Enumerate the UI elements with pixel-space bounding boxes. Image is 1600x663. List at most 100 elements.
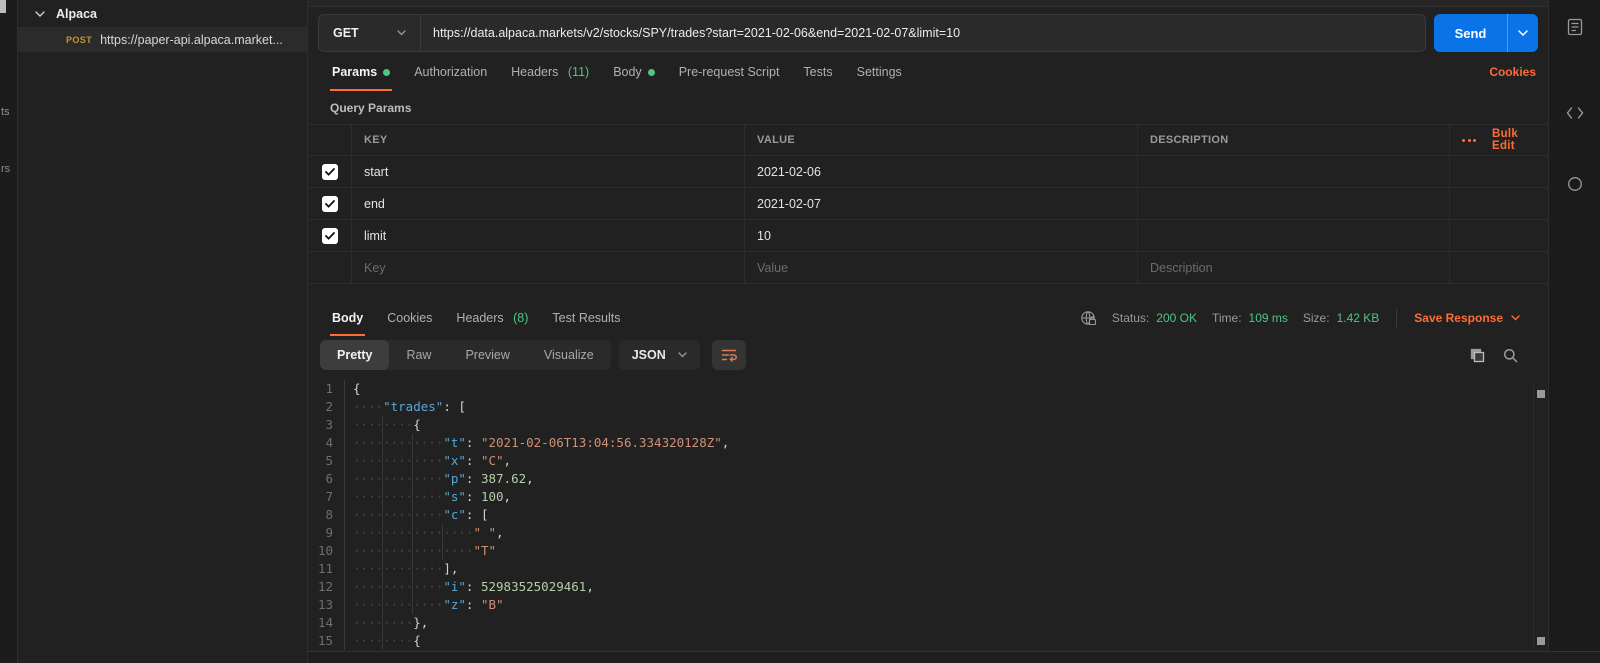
scrollbar-thumb[interactable]: [1537, 390, 1545, 398]
indent-guide: ····: [353, 471, 384, 486]
param-actions-cell: [1450, 220, 1548, 251]
code-token: : [: [443, 399, 466, 414]
param-value-cell[interactable]: 2021-02-06: [745, 156, 1138, 187]
param-description-cell[interactable]: [1138, 220, 1450, 251]
response-tabs-list: Body Cookies Headers (8) Test Results: [320, 300, 633, 336]
param-key-cell[interactable]: start: [352, 156, 745, 187]
param-description-cell[interactable]: [1138, 156, 1450, 187]
copy-icon[interactable]: [1470, 348, 1485, 363]
tab-pre-request-script[interactable]: Pre-request Script: [667, 53, 792, 91]
footer-edge: [308, 651, 1600, 663]
code-token: },: [413, 615, 429, 630]
line-number: 15: [317, 633, 333, 648]
network-lock-icon[interactable]: [1080, 310, 1097, 327]
resp-tab-body[interactable]: Body: [320, 300, 375, 336]
send-label[interactable]: Send: [1434, 14, 1508, 52]
param-checkbox[interactable]: [321, 195, 338, 212]
method-select[interactable]: GET: [319, 15, 421, 51]
comments-icon[interactable]: [1567, 176, 1583, 192]
response-body-viewer[interactable]: 1{2 ···· "trades": [3 ···· ····{4 ···· ···· ···…: [308, 374, 1548, 650]
resp-tab-headers[interactable]: Headers (8): [444, 300, 540, 336]
size-label: Size:: [1302, 311, 1330, 325]
resp-tab-test-results[interactable]: Test Results: [540, 300, 632, 336]
gutter: [344, 560, 353, 578]
code-line: 8 ···· ···· ···· "c": [: [308, 506, 1548, 524]
tab-label: Test Results: [552, 311, 621, 325]
header-actions-cell: Bulk Edit: [1450, 125, 1548, 155]
param-check-cell: [308, 252, 352, 283]
resp-tab-cookies[interactable]: Cookies: [375, 300, 444, 336]
param-description-placeholder[interactable]: Description: [1138, 252, 1450, 283]
param-key-placeholder[interactable]: Key: [352, 252, 745, 283]
chevron-down-icon: [397, 30, 406, 36]
param-checkbox[interactable]: [321, 227, 338, 244]
indent-guide: ····: [382, 470, 414, 488]
size-value: 1.42 KB: [1336, 311, 1380, 325]
sidebar-request-item[interactable]: POST https://paper-api.alpaca.market...: [18, 27, 307, 52]
save-response-button[interactable]: Save Response: [1414, 311, 1520, 325]
indent-guide: ····: [353, 561, 384, 576]
tab-authorization[interactable]: Authorization: [402, 53, 499, 91]
param-actions-cell: [1450, 188, 1548, 219]
chevron-down-icon: [1511, 315, 1520, 321]
param-value-placeholder[interactable]: Value: [745, 252, 1138, 283]
line-number: 6: [325, 471, 333, 486]
code-token: "p": [443, 471, 466, 486]
indent-guide: ····: [353, 399, 384, 414]
view-tab-visualize[interactable]: Visualize: [527, 340, 611, 370]
url-input[interactable]: https://data.alpaca.markets/v2/stocks/SP…: [421, 26, 1425, 40]
param-placeholder-row: Key Value Description: [308, 252, 1548, 284]
tab-label: Authorization: [414, 65, 488, 79]
context-rail: [1548, 0, 1600, 663]
code-line: 9 ···· ···· ···· ···· " ",: [308, 524, 1548, 542]
param-key-cell[interactable]: end: [352, 188, 745, 219]
code-snippet-icon[interactable]: [1566, 106, 1584, 120]
code-token: :: [465, 597, 481, 612]
view-tab-preview[interactable]: Preview: [448, 340, 526, 370]
line-number: 12: [317, 579, 333, 594]
tab-params[interactable]: Params: [320, 53, 402, 91]
format-select[interactable]: JSON: [618, 340, 700, 370]
param-description-cell[interactable]: [1138, 188, 1450, 219]
param-value-cell[interactable]: 10: [745, 220, 1138, 251]
indent-guide: ····: [412, 488, 444, 506]
param-value-cell[interactable]: 2021-02-07: [745, 188, 1138, 219]
param-key-cell[interactable]: limit: [352, 220, 745, 251]
send-options-caret[interactable]: [1508, 14, 1538, 52]
gutter: [344, 632, 353, 650]
param-actions-cell: [1450, 252, 1548, 283]
documentation-icon[interactable]: [1567, 18, 1583, 36]
code-token: "c": [443, 507, 466, 522]
code-token: :: [465, 453, 481, 468]
line-number: 14: [317, 615, 333, 630]
divider: [1396, 309, 1398, 327]
view-tab-pretty[interactable]: Pretty: [320, 340, 390, 370]
format-value: JSON: [631, 348, 666, 362]
search-icon[interactable]: [1503, 348, 1518, 363]
chevron-down-icon: [678, 352, 687, 358]
chevron-down-icon: [35, 10, 45, 17]
url-bar: GET https://data.alpaca.markets/v2/stock…: [308, 7, 1548, 53]
indent-guide: ····: [353, 417, 384, 432]
response-scrollbar[interactable]: [1533, 382, 1548, 651]
status-label: Status:: [1111, 311, 1150, 325]
collection-row-alpaca[interactable]: Alpaca: [18, 0, 307, 27]
code-line: 10 ···· ···· ···· ···· "T": [308, 542, 1548, 560]
tab-tests[interactable]: Tests: [791, 53, 844, 91]
view-tab-raw[interactable]: Raw: [389, 340, 448, 370]
gutter: [344, 452, 353, 470]
send-button[interactable]: Send: [1434, 14, 1538, 52]
params-header-row: KEY VALUE DESCRIPTION Bulk Edit: [308, 124, 1548, 156]
wrap-lines-button[interactable]: [711, 340, 746, 370]
tab-settings[interactable]: Settings: [845, 53, 914, 91]
tab-headers[interactable]: Headers (11): [499, 53, 601, 91]
line-number: 3: [325, 417, 333, 432]
more-options-icon[interactable]: [1462, 138, 1476, 142]
cookies-link[interactable]: Cookies: [1489, 65, 1536, 79]
param-checkbox[interactable]: [321, 163, 338, 180]
method-value: GET: [333, 26, 359, 40]
scrollbar-thumb[interactable]: [1537, 637, 1545, 645]
gutter: [344, 524, 353, 542]
bulk-edit-link[interactable]: Bulk Edit: [1492, 128, 1534, 152]
tab-body[interactable]: Body: [601, 53, 667, 91]
